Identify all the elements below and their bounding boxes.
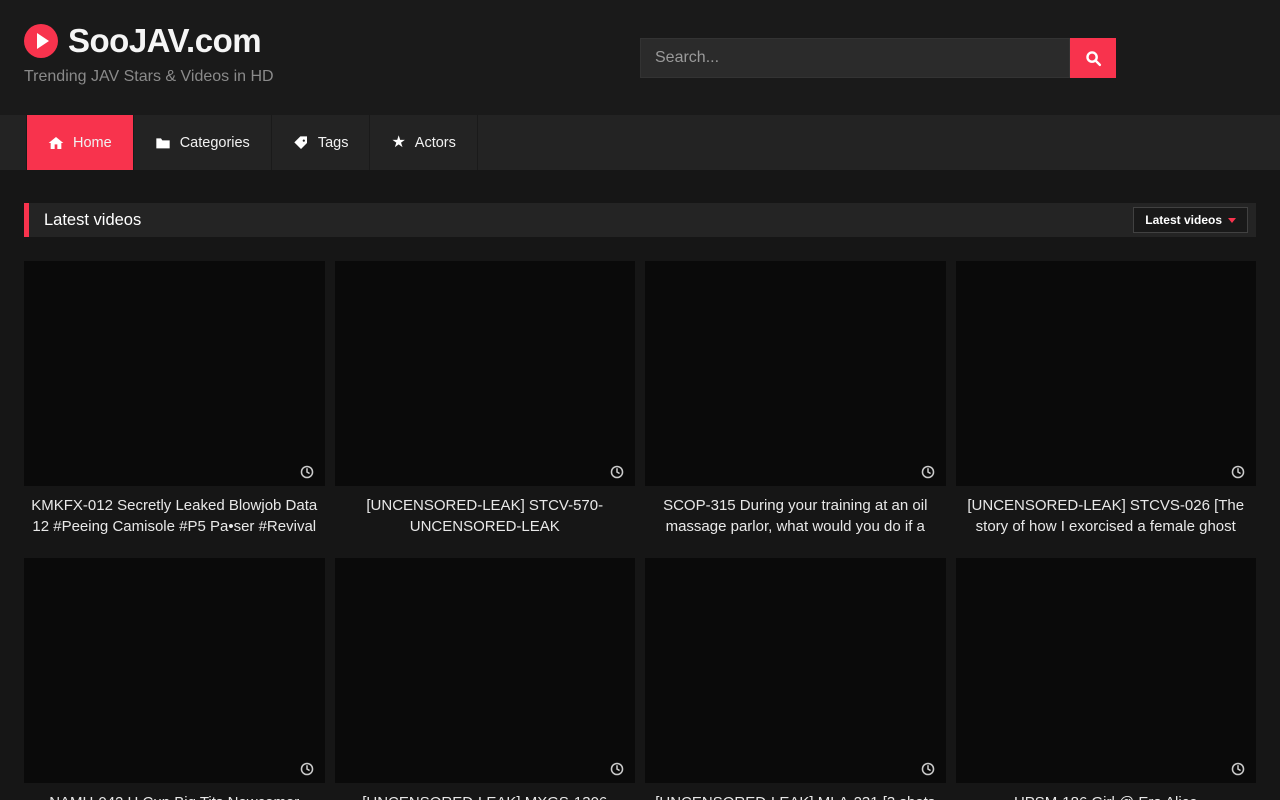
clock-icon bbox=[300, 762, 314, 776]
video-thumbnail[interactable] bbox=[335, 261, 636, 486]
video-title[interactable]: NAMH-042 H Cup Big Tits Newcomer (170cm … bbox=[24, 792, 325, 800]
sort-dropdown-label: Latest videos bbox=[1145, 213, 1222, 227]
clock-icon bbox=[921, 465, 935, 479]
video-card[interactable]: SCOP-315 During your training at an oil … bbox=[645, 261, 946, 537]
section-header: Latest videos Latest videos bbox=[24, 203, 1256, 237]
video-title[interactable]: KMKFX-012 Secretly Leaked Blowjob Data 1… bbox=[24, 495, 325, 537]
site-title[interactable]: SooJAV.com bbox=[68, 22, 261, 60]
caret-down-icon bbox=[1228, 218, 1236, 223]
video-title[interactable]: [UNCENSORED-LEAK] STCV-570-UNCENSORED-LE… bbox=[335, 495, 636, 537]
clock-icon bbox=[610, 465, 624, 479]
clock-icon bbox=[610, 762, 624, 776]
video-thumbnail[interactable] bbox=[956, 261, 1257, 486]
search-button[interactable] bbox=[1070, 38, 1116, 78]
site-tagline: Trending JAV Stars & Videos in HD bbox=[24, 68, 274, 86]
video-thumbnail[interactable] bbox=[24, 558, 325, 783]
nav-item-home[interactable]: Home bbox=[26, 115, 134, 170]
video-card[interactable]: [UNCENSORED-LEAK] MLA-231 [3 shots in bbox=[645, 558, 946, 800]
site-header: SooJAV.com Trending JAV Stars & Videos i… bbox=[0, 0, 1280, 115]
video-thumbnail[interactable] bbox=[335, 558, 636, 783]
video-title[interactable]: [UNCENSORED-LEAK] STCVS-026 [The story o… bbox=[956, 495, 1257, 537]
video-thumbnail[interactable] bbox=[645, 558, 946, 783]
nav-label: Categories bbox=[180, 135, 250, 151]
search-form bbox=[640, 38, 1116, 78]
folder-icon bbox=[155, 135, 171, 151]
section-accent-bar bbox=[24, 203, 29, 237]
nav-item-actors[interactable]: ★ Actors bbox=[370, 115, 477, 170]
video-thumbnail[interactable] bbox=[645, 261, 946, 486]
nav-label: Home bbox=[73, 135, 112, 151]
video-grid: KMKFX-012 Secretly Leaked Blowjob Data 1… bbox=[24, 261, 1256, 800]
main-nav: Home Categories Tags ★ Actors bbox=[0, 115, 1280, 170]
star-icon: ★ bbox=[391, 135, 405, 151]
nav-item-categories[interactable]: Categories bbox=[134, 115, 272, 170]
video-title[interactable]: [UNCENSORED-LEAK] MXGS-1306 Absolutely bbox=[335, 792, 636, 800]
nav-label: Actors bbox=[415, 135, 456, 151]
video-card[interactable]: [UNCENSORED-LEAK] STCVS-026 [The story o… bbox=[956, 261, 1257, 537]
video-title[interactable]: SCOP-315 During your training at an oil … bbox=[645, 495, 946, 537]
clock-icon bbox=[1231, 465, 1245, 479]
clock-icon bbox=[1231, 762, 1245, 776]
video-thumbnail[interactable] bbox=[956, 558, 1257, 783]
video-title[interactable]: HPSM-186 Girl @ Era Alice bbox=[956, 792, 1257, 800]
play-icon bbox=[24, 24, 58, 58]
magnifier-icon bbox=[1085, 50, 1102, 67]
main-content: Latest videos Latest videos KMKFX-012 Se… bbox=[24, 203, 1256, 800]
tag-icon bbox=[293, 135, 309, 151]
video-card[interactable]: NAMH-042 H Cup Big Tits Newcomer (170cm … bbox=[24, 558, 325, 800]
search-input[interactable] bbox=[640, 38, 1070, 78]
clock-icon bbox=[300, 465, 314, 479]
video-card[interactable]: KMKFX-012 Secretly Leaked Blowjob Data 1… bbox=[24, 261, 325, 537]
video-card[interactable]: [UNCENSORED-LEAK] STCV-570-UNCENSORED-LE… bbox=[335, 261, 636, 537]
video-card[interactable]: HPSM-186 Girl @ Era Alice bbox=[956, 558, 1257, 800]
sort-dropdown[interactable]: Latest videos bbox=[1133, 207, 1248, 233]
logo[interactable]: SooJAV.com Trending JAV Stars & Videos i… bbox=[24, 22, 274, 86]
video-title[interactable]: [UNCENSORED-LEAK] MLA-231 [3 shots in bbox=[645, 792, 946, 800]
nav-item-tags[interactable]: Tags bbox=[272, 115, 371, 170]
clock-icon bbox=[921, 762, 935, 776]
video-card[interactable]: [UNCENSORED-LEAK] MXGS-1306 Absolutely bbox=[335, 558, 636, 800]
video-thumbnail[interactable] bbox=[24, 261, 325, 486]
nav-label: Tags bbox=[318, 135, 349, 151]
section-title: Latest videos bbox=[44, 211, 141, 230]
home-icon bbox=[48, 135, 64, 151]
